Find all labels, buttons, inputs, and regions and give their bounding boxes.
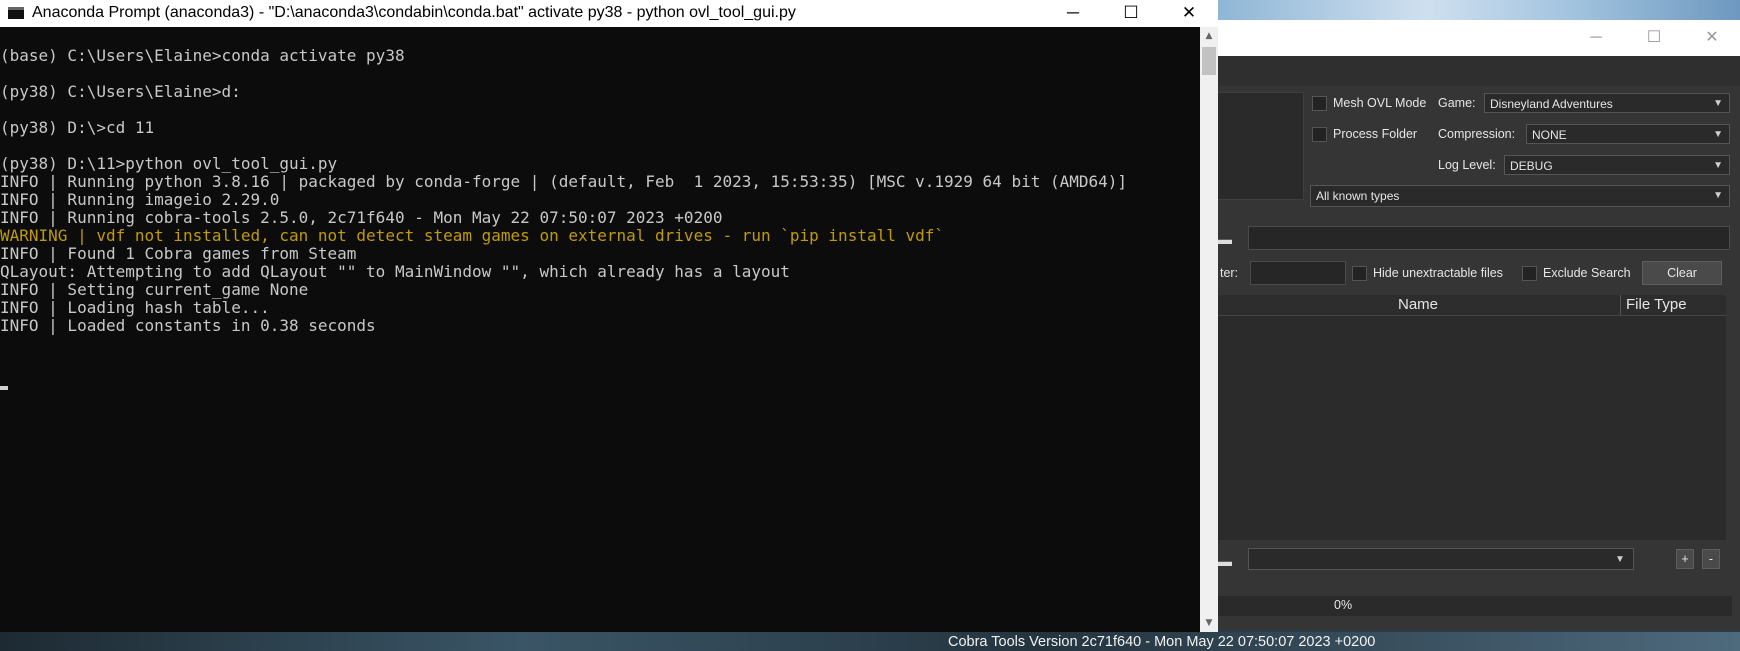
close-icon[interactable]: ✕ [1692, 26, 1732, 50]
filter-input[interactable] [1250, 261, 1346, 285]
chevron-down-icon: ▼ [1713, 160, 1723, 171]
console-line: QLayout: Attempting to add QLayout "" to… [0, 262, 790, 281]
folder-icon[interactable]: ▬ [1218, 553, 1232, 569]
compression-label: Compression: [1438, 127, 1516, 141]
console-line: INFO | Running python 3.8.16 | packaged … [0, 172, 1128, 191]
gui-title-bar: ─ ☐ ✕ [1180, 20, 1740, 56]
type-filter-select[interactable]: All known types ▼ [1310, 185, 1730, 207]
folder-icon[interactable]: ▬ [1218, 231, 1232, 247]
hide-unextractable-checkbox[interactable] [1352, 266, 1367, 281]
console-title-bar: Anaconda Prompt (anaconda3) - "D:\anacon… [0, 0, 1218, 27]
column-file-type[interactable]: File Type [1626, 296, 1687, 313]
mesh-ovl-mode-checkbox[interactable] [1312, 96, 1327, 111]
extension-select[interactable]: ▼ [1248, 548, 1634, 570]
ovl-path-input[interactable] [1248, 226, 1730, 250]
console-line: INFO | Loaded constants in 0.38 seconds [0, 316, 376, 335]
minimize-icon[interactable]: ─ [1044, 0, 1102, 27]
console-window: Anaconda Prompt (anaconda3) - "D:\anacon… [0, 0, 1218, 632]
files-table[interactable] [1180, 316, 1726, 540]
type-filter-value: All known types [1316, 189, 1400, 203]
text-cursor [0, 386, 8, 390]
compression-select[interactable]: NONE ▼ [1526, 124, 1730, 144]
scroll-down-icon[interactable]: ▼ [1200, 614, 1218, 632]
progress-bar: 0% [1180, 596, 1732, 616]
column-divider [1620, 295, 1621, 315]
hide-unextractable-label: Hide unextractable files [1373, 266, 1503, 280]
console-line: INFO | Running imageio 2.29.0 [0, 190, 280, 209]
game-label: Game: [1438, 96, 1476, 110]
remove-button[interactable]: - [1702, 549, 1720, 569]
log-level-select-value: DEBUG [1510, 159, 1553, 173]
close-icon[interactable]: ✕ [1160, 0, 1218, 27]
log-level-select[interactable]: DEBUG ▼ [1504, 155, 1730, 175]
cobra-tools-window: ─ ☐ ✕ Mesh OVL Mode Game: Disneyland Adv… [1180, 20, 1740, 630]
console-line: INFO | Setting current_game None [0, 280, 309, 299]
minimize-icon[interactable]: ─ [1576, 26, 1616, 50]
exclude-search-checkbox[interactable] [1522, 266, 1537, 281]
filter-label: ter: [1220, 266, 1239, 280]
desktop-wallpaper-bottom [0, 632, 1740, 651]
console-line: WARNING | vdf not installed, can not det… [0, 226, 945, 245]
chevron-down-icon: ▼ [1713, 98, 1723, 109]
mesh-ovl-mode-label: Mesh OVL Mode [1333, 96, 1427, 110]
scrollbar-thumb[interactable] [1202, 47, 1216, 75]
clear-button[interactable]: Clear [1642, 261, 1722, 285]
column-name[interactable]: Name [1398, 296, 1438, 313]
console-line: (py38) C:\Users\Elaine>d: [0, 82, 241, 101]
scroll-up-icon[interactable]: ▲ [1200, 27, 1218, 45]
process-folder-label: Process Folder [1333, 127, 1418, 141]
compression-select-value: NONE [1532, 128, 1567, 142]
console-output[interactable]: (base) C:\Users\Elaine>conda activate py… [0, 46, 1200, 632]
maximize-icon[interactable]: ☐ [1102, 0, 1160, 27]
console-scrollbar[interactable]: ▲ ▼ [1200, 27, 1218, 632]
console-line: INFO | Loading hash table... [0, 298, 270, 317]
console-app-icon [8, 7, 24, 19]
exclude-search-label: Exclude Search [1543, 266, 1631, 280]
console-line: INFO | Found 1 Cobra games from Steam [0, 244, 357, 263]
console-line: INFO | Running cobra-tools 2.5.0, 2c71f6… [0, 208, 723, 227]
console-line: (py38) D:\>cd 11 [0, 118, 155, 137]
log-level-label: Log Level: [1438, 158, 1496, 172]
status-bar-text: Cobra Tools Version 2c71f640 - Mon May 2… [948, 634, 1376, 650]
process-folder-checkbox[interactable] [1312, 127, 1327, 142]
add-button[interactable]: + [1676, 549, 1694, 569]
console-line: (base) C:\Users\Elaine>conda activate py… [0, 46, 405, 65]
chevron-down-icon: ▼ [1615, 554, 1625, 565]
game-select-value: Disneyland Adventures [1490, 97, 1613, 111]
files-table-header: Name File Type [1180, 295, 1726, 316]
chevron-down-icon: ▼ [1713, 190, 1723, 201]
game-select[interactable]: Disneyland Adventures ▼ [1484, 93, 1730, 113]
console-title: Anaconda Prompt (anaconda3) - "D:\anacon… [32, 4, 796, 21]
maximize-icon[interactable]: ☐ [1634, 26, 1674, 50]
gui-menu-bar [1180, 56, 1740, 86]
console-line: (py38) D:\11>python ovl_tool_gui.py [0, 154, 338, 173]
progress-text: 0% [1334, 598, 1353, 612]
chevron-down-icon: ▼ [1713, 129, 1723, 140]
